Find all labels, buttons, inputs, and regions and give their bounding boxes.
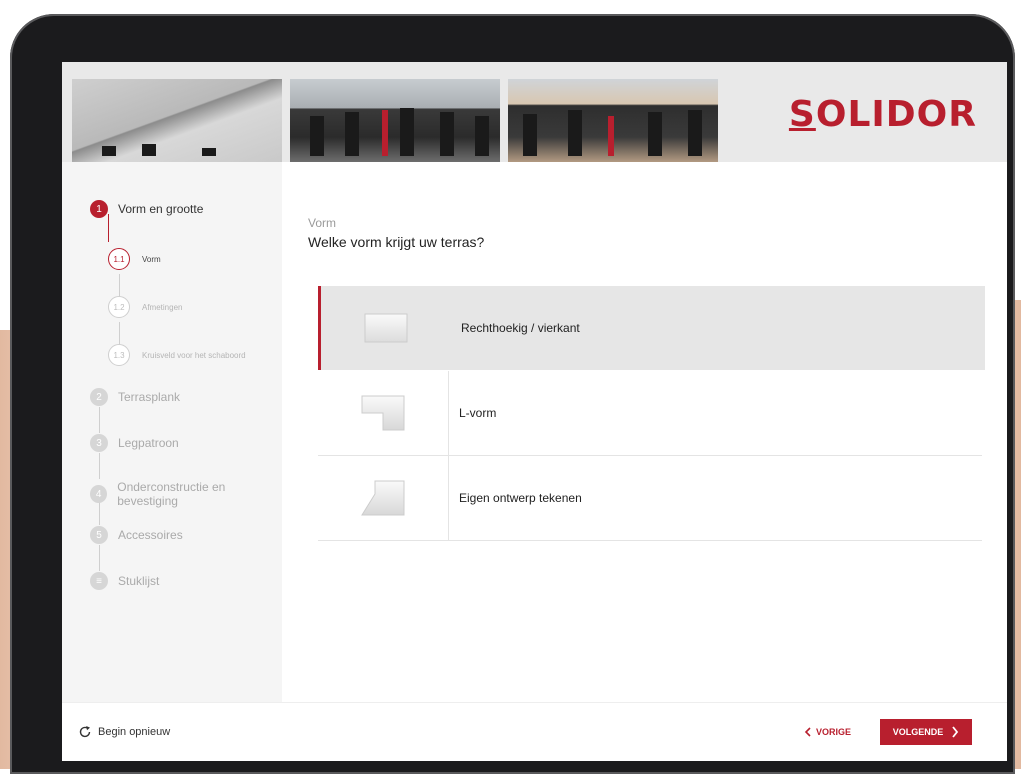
app-screen: SOLIDOR 1 Vorm en grootte 1.1 Vorm 1.2 A… — [62, 62, 1007, 761]
step-label: Stuklijst — [118, 574, 160, 588]
header-photo-pedestals — [290, 79, 500, 162]
substep-afmetingen[interactable]: 1.2 Afmetingen — [108, 296, 182, 318]
substep-label: Kruisveld voor het schaboord — [142, 350, 246, 360]
option-eigen-ontwerp[interactable]: Eigen ontwerp tekenen — [318, 456, 982, 541]
step-terrasplank[interactable]: 2 Terrasplank — [90, 388, 180, 406]
substep-number: 1.3 — [108, 344, 130, 366]
chevron-left-icon — [804, 727, 811, 737]
step-number: 4 — [90, 485, 108, 503]
substep-number: 1.2 — [108, 296, 130, 318]
chevron-right-icon — [952, 726, 959, 738]
restart-label: Begin opnieuw — [98, 726, 171, 738]
header-banner: SOLIDOR — [62, 62, 1007, 162]
progress-line — [108, 214, 109, 242]
question-category: Vorm — [308, 216, 337, 230]
l-shape-icon — [361, 395, 405, 431]
list-icon: ≡ — [90, 572, 108, 590]
option-label: Rechthoekig / vierkant — [461, 321, 580, 335]
previous-button[interactable]: VORIGE — [804, 727, 851, 737]
step-label: Terrasplank — [118, 390, 181, 404]
step-vorm-en-grootte[interactable]: 1 Vorm en grootte — [90, 200, 203, 218]
option-l-vorm[interactable]: L-vorm — [318, 371, 982, 456]
custom-shape-icon — [361, 480, 405, 516]
step-number: 3 — [90, 434, 108, 452]
step-label: Onderconstructie en bevestiging — [117, 480, 226, 508]
substep-number: 1.1 — [108, 248, 130, 270]
refresh-icon — [79, 726, 91, 738]
next-label: VOLGENDE — [892, 727, 944, 737]
question-title: Welke vorm krijgt uw terras? — [308, 234, 485, 250]
substep-vorm[interactable]: 1.1 Vorm — [108, 248, 161, 270]
previous-label: VORIGE — [816, 727, 852, 737]
step-stuklijst[interactable]: ≡ Stuklijst — [90, 572, 159, 590]
solidor-logo: SOLIDOR — [788, 94, 977, 135]
next-button[interactable]: VOLGENDE — [880, 719, 972, 745]
wizard-footer: Begin opnieuw VORIGE VOLGENDE — [62, 702, 1007, 761]
step-label: Legpatroon — [118, 436, 179, 450]
step-onderconstructie[interactable]: 4 Onderconstructie en bevestiging — [90, 480, 282, 508]
option-label: L-vorm — [459, 406, 497, 420]
substep-kruisveld[interactable]: 1.3 Kruisveld voor het schaboord — [108, 344, 246, 366]
rectangle-shape-icon — [364, 313, 408, 343]
substep-label: Afmetingen — [142, 302, 183, 312]
step-label: Vorm en grootte — [118, 202, 204, 216]
step-label: Accessoires — [118, 528, 183, 542]
option-rechthoekig[interactable]: Rechthoekig / vierkant — [318, 286, 985, 370]
step-legpatroon[interactable]: 3 Legpatroon — [90, 434, 179, 452]
header-photo-installation — [508, 79, 718, 162]
logo-rest: OLIDOR — [815, 94, 977, 135]
tablet-frame: SOLIDOR 1 Vorm en grootte 1.1 Vorm 1.2 A… — [10, 14, 1015, 774]
step-accessoires[interactable]: 5 Accessoires — [90, 526, 183, 544]
substep-label: Vorm — [142, 254, 161, 264]
main-content: Vorm Welke vorm krijgt uw terras? Rechth… — [282, 162, 1007, 702]
header-photo-tiles — [72, 79, 282, 162]
restart-button[interactable]: Begin opnieuw — [78, 725, 170, 739]
step-number: 5 — [90, 526, 108, 544]
step-number: 2 — [90, 388, 108, 406]
step-number: 1 — [90, 200, 108, 218]
wizard-sidebar: 1 Vorm en grootte 1.1 Vorm 1.2 Afmetinge… — [62, 162, 282, 702]
option-label: Eigen ontwerp tekenen — [459, 491, 582, 505]
